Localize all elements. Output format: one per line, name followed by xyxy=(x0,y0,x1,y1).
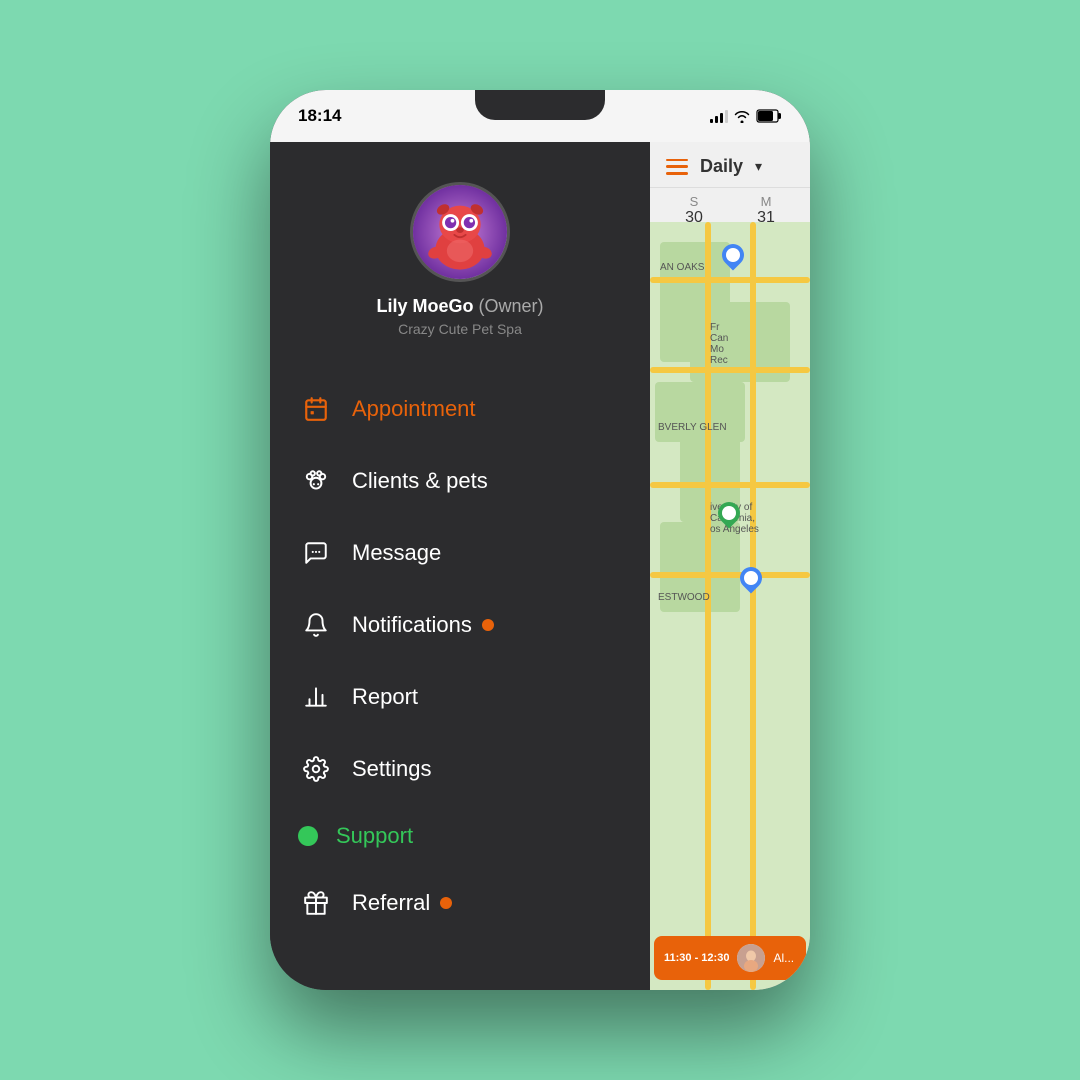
signal-icon xyxy=(710,109,728,123)
appointment-time: 11:30 - 12:30 xyxy=(664,952,729,964)
map-road-h3 xyxy=(650,482,810,488)
map-poi-3 xyxy=(735,562,766,593)
map-label-1: AN OAKS xyxy=(660,262,704,273)
nav-label-appointment: Appointment xyxy=(352,396,476,422)
chat-icon xyxy=(298,535,334,571)
status-time: 18:14 xyxy=(298,106,341,126)
calendar-header-left: Daily ▾ xyxy=(666,156,762,177)
user-business: Crazy Cute Pet Spa xyxy=(398,321,522,337)
nav-label-notifications: Notifications xyxy=(352,612,472,638)
map-label-2: BVERLY GLEN xyxy=(658,422,727,433)
map-area: AN OAKS BVERLY GLEN FrCanMoRec iversity … xyxy=(650,222,810,990)
map-label-frc: FrCanMoRec xyxy=(710,322,728,366)
sidebar-item-notifications[interactable]: Notifications xyxy=(270,589,650,661)
notification-dot xyxy=(482,619,494,631)
profile-section: Lily MoeGo (Owner) Crazy Cute Pet Spa xyxy=(270,162,650,365)
map-road-h4 xyxy=(650,572,810,578)
day-letter-s: S xyxy=(658,194,730,209)
nav-label-settings: Settings xyxy=(352,756,432,782)
appointment-avatar xyxy=(737,944,765,972)
bell-icon xyxy=(298,607,334,643)
sidebar-item-appointment[interactable]: Appointment xyxy=(270,373,650,445)
pet-icon xyxy=(298,463,334,499)
phone-screen: Lily MoeGo (Owner) Crazy Cute Pet Spa xyxy=(270,142,810,990)
sidebar-item-message[interactable]: Message xyxy=(270,517,650,589)
user-name: Lily MoeGo (Owner) xyxy=(376,296,543,317)
gift-icon xyxy=(298,885,334,921)
calendar-header: Daily ▾ xyxy=(650,142,810,188)
gear-icon xyxy=(298,751,334,787)
nav-label-report: Report xyxy=(352,684,418,710)
calendar-title: Daily xyxy=(700,156,743,177)
sidebar: Lily MoeGo (Owner) Crazy Cute Pet Spa xyxy=(270,142,650,990)
battery-icon xyxy=(756,109,782,123)
phone-device: 18:14 xyxy=(270,90,810,990)
day-letter-m: M xyxy=(730,194,802,209)
sidebar-item-support[interactable]: Support xyxy=(270,805,650,867)
chart-icon xyxy=(298,679,334,715)
map-road-h2 xyxy=(650,367,810,373)
support-dot-icon xyxy=(298,826,318,846)
sidebar-item-clients[interactable]: Clients & pets xyxy=(270,445,650,517)
wifi-icon xyxy=(734,110,750,123)
map-road-h1 xyxy=(650,277,810,283)
status-icons xyxy=(710,109,782,123)
calendar-chevron-icon[interactable]: ▾ xyxy=(755,158,762,175)
sidebar-item-report[interactable]: Report xyxy=(270,661,650,733)
appointment-card[interactable]: 11:30 - 12:30 Al... xyxy=(654,936,806,980)
calendar-icon xyxy=(298,391,334,427)
map-label-estwood: ESTWOOD xyxy=(658,592,710,603)
nav-label-referral: Referral xyxy=(352,890,430,916)
map-road-v2 xyxy=(750,222,756,990)
nav-list: Appointment xyxy=(270,365,650,990)
nav-label-message: Message xyxy=(352,540,441,566)
appointment-name: Al... xyxy=(773,951,794,965)
nav-label-clients: Clients & pets xyxy=(352,468,488,494)
avatar xyxy=(410,182,510,282)
hamburger-icon[interactable] xyxy=(666,159,688,175)
nav-label-support: Support xyxy=(336,823,413,849)
referral-dot xyxy=(440,897,452,909)
phone-notch xyxy=(475,90,605,120)
right-panel: Daily ▾ S 30 M 31 xyxy=(650,142,810,990)
sidebar-item-settings[interactable]: Settings xyxy=(270,733,650,805)
sidebar-item-referral[interactable]: Referral xyxy=(270,867,650,939)
